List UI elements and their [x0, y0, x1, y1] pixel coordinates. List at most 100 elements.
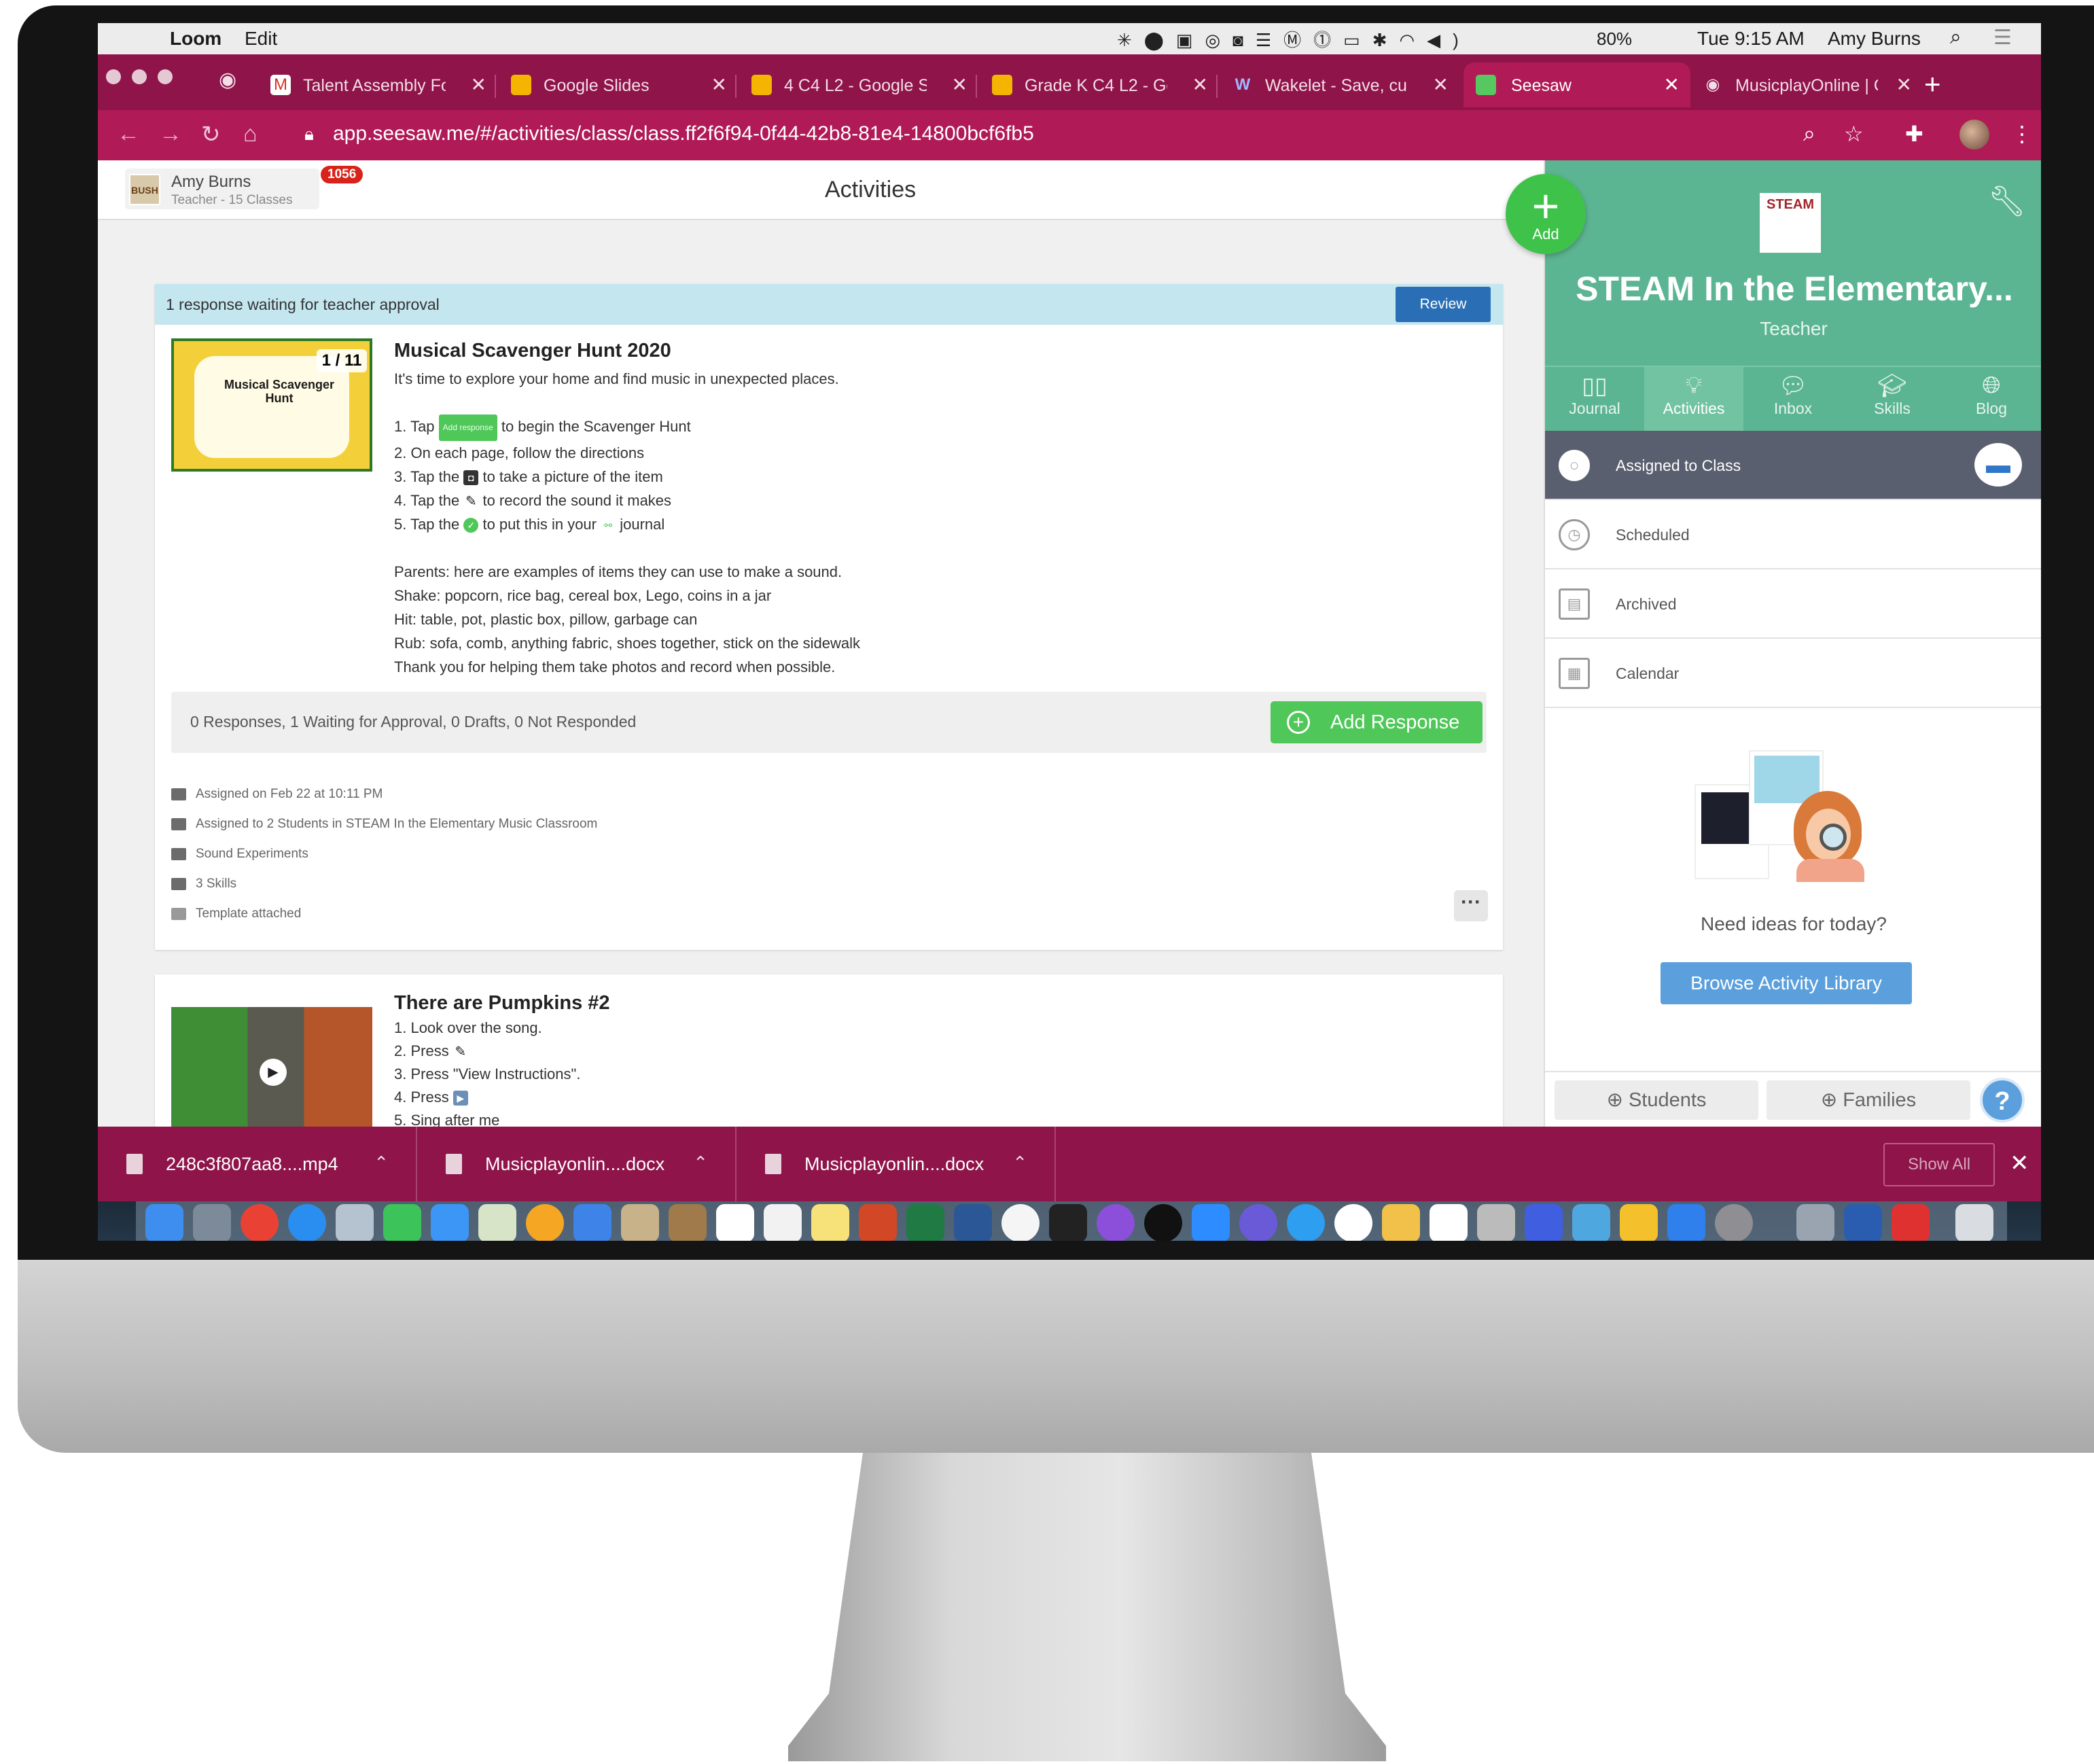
activity-title[interactable]: There are Pumpkins #2: [394, 992, 610, 1015]
profile-avatar[interactable]: [1959, 120, 1989, 149]
stickies-icon[interactable]: [811, 1204, 849, 1241]
download-item[interactable]: 248c3f807aa8....mp4 ⌃: [98, 1127, 417, 1201]
no-symbol-app-icon[interactable]: [1334, 1204, 1372, 1241]
wrench-icon[interactable]: 🔧︎: [1988, 183, 2026, 219]
add-families-button[interactable]: ⊕ Families: [1767, 1080, 1970, 1120]
notification-badge[interactable]: 1056: [321, 166, 363, 183]
window-minimize-button[interactable]: [132, 69, 147, 84]
notes-app-icon[interactable]: [621, 1204, 659, 1241]
menu-clock[interactable]: Tue 9:15 AM: [1697, 28, 1805, 50]
menu-user[interactable]: Amy Burns: [1828, 28, 1921, 50]
lock-icon[interactable]: 🔒︎: [304, 124, 314, 145]
tab-skills[interactable]: 🎓︎ Skills: [1843, 367, 1942, 432]
window-close-button[interactable]: [106, 69, 121, 84]
filter-calendar[interactable]: ▦ Calendar: [1545, 639, 2041, 708]
tab-close-icon[interactable]: ✕: [952, 73, 968, 96]
launchpad-icon[interactable]: [193, 1204, 231, 1241]
chevron-up-icon[interactable]: ⌃: [374, 1152, 389, 1174]
messages-icon[interactable]: [431, 1204, 469, 1241]
calendar-icon[interactable]: [716, 1204, 754, 1241]
control-center-icon[interactable]: ☰: [1993, 26, 2012, 50]
status-tray-icons[interactable]: ✳⬤▣◎◙☰Ⓜ⓵▭✱◠◀): [1117, 27, 1728, 51]
address-bar[interactable]: app.seesaw.me/#/activities/class/class.f…: [333, 122, 1034, 145]
menu-app-name[interactable]: Loom: [170, 28, 221, 50]
add-button[interactable]: + Add: [1506, 174, 1586, 254]
tab-seesaw[interactable]: Seesaw ✕: [1463, 63, 1690, 107]
window-zoom-button[interactable]: [158, 69, 173, 84]
user-chip[interactable]: BUSH Amy Burns Teacher - 15 Classes 1056: [125, 166, 363, 209]
tab-4-c4-l2[interactable]: 4 C4 L2 - Google Sl ✕: [751, 63, 970, 107]
word-icon[interactable]: [954, 1204, 992, 1241]
chevron-up-icon[interactable]: ⌃: [1012, 1152, 1027, 1174]
keynote-icon[interactable]: [573, 1204, 611, 1241]
tab-close-icon[interactable]: ✕: [1664, 73, 1680, 96]
tab-close-icon[interactable]: ✕: [471, 73, 486, 96]
zoom-app-icon[interactable]: [1192, 1204, 1230, 1241]
tab-wakelet[interactable]: W Wakelet - Save, cur ✕: [1232, 63, 1451, 107]
filter-archived[interactable]: ▤ Archived: [1545, 569, 2041, 639]
acrobat-icon[interactable]: [1892, 1204, 1930, 1241]
tab-blog[interactable]: 🌐︎ Blog: [1942, 367, 2041, 432]
tab-close-icon[interactable]: ✕: [711, 73, 727, 96]
activity-thumbnail[interactable]: Musical Scavenger Hunt 1 / 11: [171, 338, 372, 472]
facetime-icon[interactable]: [383, 1204, 421, 1241]
podcasts-icon[interactable]: [1097, 1204, 1135, 1241]
tab-close-icon[interactable]: ✕: [1192, 73, 1208, 96]
quicktime-icon[interactable]: [1287, 1204, 1325, 1241]
home-icon[interactable]: ⌂: [243, 121, 258, 147]
filter-scheduled[interactable]: ◷ Scheduled: [1545, 500, 2041, 569]
chevron-up-icon[interactable]: ⌃: [693, 1152, 708, 1174]
numbers-icon[interactable]: [1430, 1204, 1468, 1241]
show-all-button[interactable]: Show All: [1883, 1143, 1995, 1186]
download-item[interactable]: Musicplayonlin....docx ⌃: [737, 1127, 1056, 1201]
powerpoint-icon[interactable]: [859, 1204, 897, 1241]
download-item[interactable]: Musicplayonlin....docx ⌃: [417, 1127, 737, 1201]
tab-close-icon[interactable]: ✕: [1433, 73, 1449, 96]
final-cut-icon[interactable]: [1382, 1204, 1420, 1241]
class-name[interactable]: STEAM In the Elementary...: [1553, 269, 2036, 308]
logic-icon[interactable]: [1477, 1204, 1515, 1241]
activity-feed[interactable]: 1 response waiting for teacher approval …: [98, 222, 1544, 1127]
chrome-icon[interactable]: [241, 1204, 279, 1241]
pages-icon[interactable]: [1620, 1204, 1658, 1241]
contacts-icon[interactable]: [669, 1204, 707, 1241]
extensions-icon[interactable]: ✚: [1905, 121, 1923, 147]
tab-grade-k[interactable]: Grade K C4 L2 - Go ✕: [992, 63, 1211, 107]
tab-journal[interactable]: ▯▯ Journal: [1545, 367, 1644, 432]
tab-close-icon[interactable]: ✕: [1896, 73, 1912, 96]
browse-activity-library-button[interactable]: Browse Activity Library: [1661, 962, 1912, 1004]
forward-icon[interactable]: →: [159, 121, 182, 147]
trash-icon[interactable]: [1955, 1204, 1993, 1241]
bookmark-star-icon[interactable]: ☆: [1844, 121, 1864, 147]
tab-google-slides[interactable]: Google Slides ✕: [511, 63, 730, 107]
imovie-icon[interactable]: [1525, 1204, 1563, 1241]
tab-musicplayonline[interactable]: ◉ MusicplayOnline | C ✕: [1703, 63, 1915, 107]
photos-icon[interactable]: [526, 1204, 564, 1241]
finder-icon[interactable]: [145, 1204, 183, 1241]
zoom-icon[interactable]: ⌕: [1803, 121, 1815, 147]
response-summary[interactable]: 0 Responses, 1 Waiting for Approval, 0 D…: [190, 713, 636, 731]
add-students-button[interactable]: ⊕ Students: [1555, 1080, 1758, 1120]
browser-menu-icon[interactable]: ⋮: [2011, 121, 2033, 147]
reminders-icon[interactable]: [764, 1204, 802, 1241]
folder-icon[interactable]: ▬: [1974, 443, 2022, 487]
class-logo[interactable]: STEAM: [1760, 193, 1821, 253]
more-options-button[interactable]: ···: [1454, 890, 1488, 921]
new-tab-icon[interactable]: +: [1924, 68, 1941, 101]
utilities-folder-icon[interactable]: [1796, 1204, 1834, 1241]
activity-title[interactable]: Musical Scavenger Hunt 2020: [394, 340, 671, 362]
activity-thumbnail[interactable]: ▶: [171, 1007, 372, 1127]
tab-talent-assembly[interactable]: M Talent Assembly For ✕: [270, 63, 489, 107]
tab-activities[interactable]: 💡︎ Activities: [1644, 367, 1743, 432]
help-button[interactable]: ?: [1980, 1078, 2025, 1123]
play-icon[interactable]: ▶: [260, 1059, 287, 1086]
maps-icon[interactable]: [478, 1204, 516, 1241]
add-response-button[interactable]: + Add Response: [1271, 701, 1483, 743]
tab-inbox[interactable]: 💬︎ Inbox: [1743, 367, 1843, 432]
music-icon[interactable]: [1001, 1204, 1040, 1241]
wd-icon[interactable]: [1844, 1204, 1882, 1241]
reload-icon[interactable]: ↻: [201, 121, 221, 148]
excel-icon[interactable]: [906, 1204, 944, 1241]
pencil-app-icon[interactable]: [1572, 1204, 1610, 1241]
app-store-icon[interactable]: [1667, 1204, 1705, 1241]
